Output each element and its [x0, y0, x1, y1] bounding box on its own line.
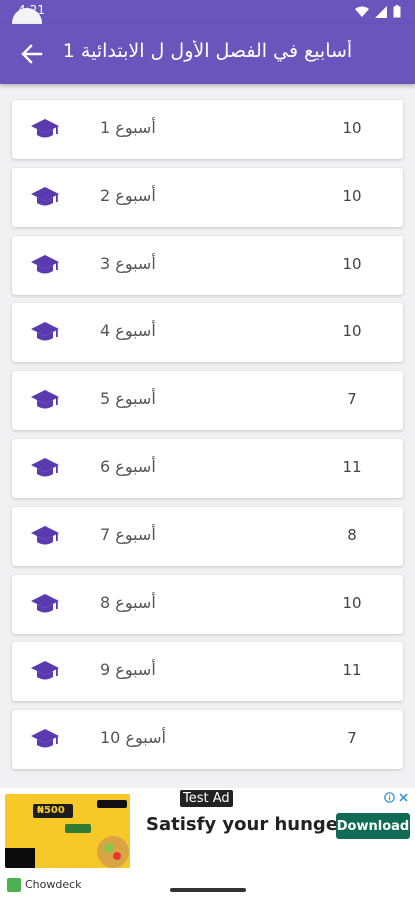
ad-brand-name: Chowdeck	[25, 878, 82, 891]
graduation-cap-icon	[31, 727, 59, 751]
graduation-cap-icon	[31, 524, 59, 548]
week-list-item[interactable]: أسبوع 4 10	[12, 303, 403, 363]
graduation-cap-icon	[31, 456, 59, 480]
wifi-icon	[355, 6, 369, 17]
week-label: أسبوع 6	[100, 457, 156, 476]
week-list-item[interactable]: أسبوع 9 11	[12, 642, 403, 702]
week-list-item[interactable]: أسبوع 3 10	[12, 235, 403, 295]
ad-close-icon[interactable]	[398, 792, 409, 803]
graduation-cap-icon	[31, 320, 59, 344]
lesson-count: 11	[342, 458, 362, 476]
lesson-count: 8	[347, 525, 357, 544]
ad-info-icon[interactable]	[384, 792, 395, 803]
week-list-item[interactable]: أسبوع 8 10	[12, 574, 403, 634]
week-label: أسبوع 4	[100, 321, 156, 341]
status-bar: 4:21	[0, 0, 415, 38]
graduation-cap-icon	[31, 185, 59, 209]
app-bar: أسابيع في الفصل الأول ل الابتدائية 1	[0, 24, 415, 84]
graduation-cap-icon	[31, 388, 59, 412]
week-list-item[interactable]: أسبوع 1 10	[12, 100, 403, 159]
status-icons	[355, 5, 401, 18]
ad-banner[interactable]: ₦500 Test Ad Satisfy your hunger Downloa…	[0, 788, 415, 900]
back-button[interactable]	[18, 40, 46, 68]
week-list-item[interactable]: أسبوع 7 8	[12, 506, 403, 566]
page-title: أسابيع في الفصل الأول ل الابتدائية 1	[62, 40, 353, 62]
ad-image[interactable]: ₦500	[5, 794, 130, 868]
ad-download-button[interactable]: Download	[336, 813, 410, 839]
week-list-item[interactable]: أسبوع 5 7	[12, 371, 403, 431]
signal-icon	[375, 5, 387, 18]
week-label: أسبوع 1	[100, 118, 156, 137]
lesson-count: 10	[342, 593, 362, 612]
gesture-nav-bar[interactable]	[170, 888, 246, 892]
graduation-cap-icon	[31, 659, 59, 683]
ad-image-art	[5, 794, 130, 868]
graduation-cap-icon	[31, 592, 59, 616]
week-label: أسبوع 10	[100, 728, 166, 748]
graduation-cap-icon	[31, 117, 59, 141]
week-list-item[interactable]: أسبوع 10 7	[12, 710, 403, 770]
ad-promo-text: ₦500	[37, 805, 65, 816]
lesson-count: 10	[342, 254, 362, 273]
ad-badge: Test Ad	[180, 790, 233, 807]
lesson-count: 10	[342, 186, 362, 205]
week-label: أسبوع 8	[100, 592, 156, 612]
week-label: أسبوع 9	[100, 660, 156, 680]
lesson-count: 10	[342, 119, 362, 137]
ad-brand-logo	[7, 878, 21, 892]
lesson-count: 7	[347, 390, 357, 409]
week-list-item[interactable]: أسبوع 6 11	[12, 439, 403, 498]
week-list-item[interactable]: أسبوع 2 10	[12, 167, 403, 227]
week-label: أسبوع 5	[100, 389, 156, 409]
ad-info-controls	[384, 792, 409, 803]
lesson-count: 11	[342, 661, 362, 680]
week-label: أسبوع 2	[100, 185, 156, 205]
lesson-count: 10	[342, 322, 362, 341]
battery-icon	[393, 5, 401, 18]
ad-headline[interactable]: Satisfy your hunger	[146, 814, 347, 835]
week-list: أسبوع 1 10 أسبوع 2 10 أسبوع 3 10 أسبوع 4 10 أسبو…	[0, 84, 415, 788]
arrow-left-icon	[21, 44, 43, 64]
week-label: أسبوع 3	[100, 253, 156, 273]
graduation-cap-icon	[31, 253, 59, 277]
week-label: أسبوع 7	[100, 524, 156, 544]
lesson-count: 7	[347, 729, 357, 748]
